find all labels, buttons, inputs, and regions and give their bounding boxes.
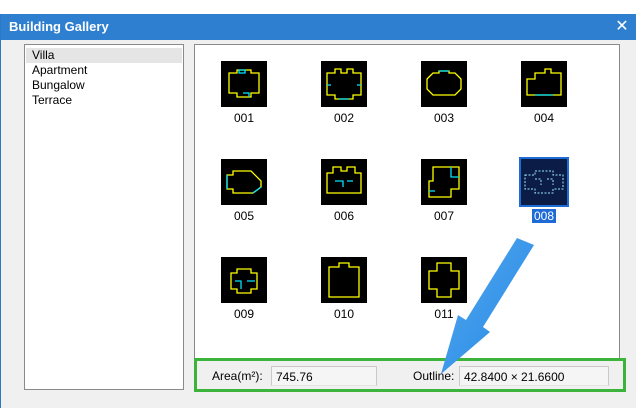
thumbnail-label: 005 [233,209,255,223]
building-outline-icon [421,61,467,107]
building-thumbnail[interactable]: 011 [408,245,478,329]
building-thumbnail[interactable]: 007 [408,147,478,231]
category-item-apartment[interactable]: Apartment [26,63,182,78]
thumbnail-label: 001 [233,111,255,125]
thumbnail-label: 007 [433,209,455,223]
building-outline-icon [421,159,467,205]
close-icon[interactable]: ✕ [607,14,636,40]
building-thumbnail[interactable]: 001 [208,49,278,133]
category-list[interactable]: Villa Apartment Bungalow Terrace [24,44,184,390]
building-thumbnail[interactable]: 003 [408,49,478,133]
building-thumbnail-grid[interactable]: 001 002 003 004 005 006 007 008 009 010 … [194,44,620,368]
window-title: Building Gallery [9,19,109,34]
building-thumbnail[interactable]: 009 [208,245,278,329]
thumbnail-label: 003 [433,111,455,125]
dimension-status-bar: Area(m²): 745.76 Outline: 42.8400 × 21.6… [194,358,626,392]
building-thumbnail-selected[interactable]: 008 [508,147,578,231]
building-outline-icon [519,157,569,207]
building-outline-icon [521,61,567,107]
area-value-field: 745.76 [271,366,377,386]
category-item-villa[interactable]: Villa [26,48,182,63]
building-outline-icon [221,159,267,205]
building-thumbnail[interactable]: 006 [308,147,378,231]
category-item-terrace[interactable]: Terrace [26,93,182,108]
building-thumbnail[interactable]: 010 [308,245,378,329]
thumbnail-label: 009 [233,307,255,321]
thumbnail-label: 008 [531,209,557,223]
thumbnail-label: 006 [333,209,355,223]
building-outline-icon [221,257,267,303]
building-thumbnail[interactable]: 002 [308,49,378,133]
title-bar[interactable]: Building Gallery ✕ [1,14,636,40]
outline-label: Outline: [413,369,455,383]
area-label: Area(m²): [212,369,263,383]
building-outline-icon [321,61,367,107]
category-item-bungalow[interactable]: Bungalow [26,78,182,93]
thumbnail-label: 010 [333,307,355,321]
building-thumbnail[interactable]: 005 [208,147,278,231]
building-thumbnail[interactable]: 004 [508,49,578,133]
thumbnail-label: 011 [434,307,454,321]
building-outline-icon [321,159,367,205]
building-outline-icon [221,61,267,107]
building-outline-icon [321,257,367,303]
thumbnail-label: 004 [533,111,555,125]
outline-value-field: 42.8400 × 21.6600 [459,366,609,386]
thumbnail-label: 002 [333,111,355,125]
building-outline-icon [421,257,467,303]
